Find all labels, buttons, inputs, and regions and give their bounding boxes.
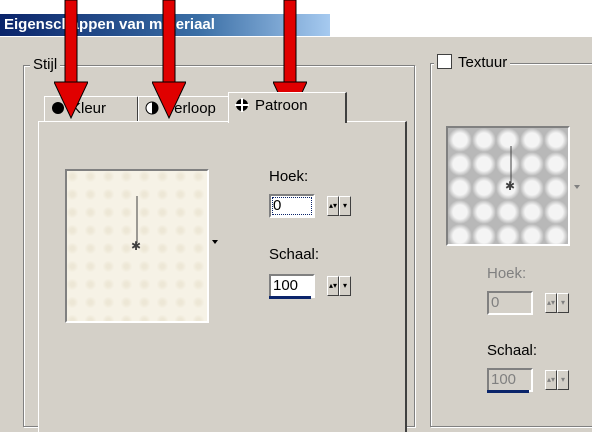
pattern-scale-label: Schaal: — [269, 246, 320, 263]
pattern-scale-field[interactable]: 100 — [269, 274, 315, 298]
pattern-angle-stepper-menu[interactable]: ▾ — [339, 196, 351, 216]
texture-scale-field[interactable]: 100 — [487, 368, 533, 392]
pattern-scale-stepper-updown[interactable]: ▴▾ — [327, 276, 339, 296]
pattern-angle-label: Hoek: — [269, 168, 309, 185]
texture-scale-stepper[interactable]: ▴▾ ▾ — [545, 370, 569, 390]
pattern-scale-stepper-menu[interactable]: ▾ — [339, 276, 351, 296]
pattern-angle-stepper-updown[interactable]: ▴▾ — [327, 196, 339, 216]
pattern-angle-stepper[interactable]: ▴▾ ▾ — [327, 196, 351, 216]
texture-checkbox-label: Textuur — [458, 54, 508, 71]
texture-scale-spinner[interactable]: 100 ▴▾ ▾ — [487, 368, 571, 393]
pattern-panel: ✱ Hoek: 0 ▴▾ ▾ Schaal: 100 ▴▾ ▾ — [38, 121, 407, 432]
pattern-angle-spinner[interactable]: 0 ▴▾ ▾ — [269, 194, 353, 218]
pattern-swatch[interactable]: ✱ — [65, 169, 209, 323]
svg-text:✱: ✱ — [131, 239, 141, 253]
texture-swatch[interactable]: ✱ — [446, 126, 570, 246]
texture-angle-stepper-menu[interactable]: ▾ — [557, 293, 569, 313]
texture-angle-stepper[interactable]: ▴▾ ▾ — [545, 293, 569, 313]
texture-scale-stepper-updown[interactable]: ▴▾ — [545, 370, 557, 390]
pattern-dropdown-arrow[interactable] — [212, 240, 218, 244]
pattern-scale-bar — [269, 296, 311, 299]
texture-angle-field[interactable]: 0 — [487, 291, 533, 315]
texture-angle-indicator: ✱ — [505, 146, 515, 193]
texture-dropdown-arrow[interactable] — [574, 185, 580, 189]
texture-angle-stepper-updown[interactable]: ▴▾ — [545, 293, 557, 313]
pattern-icon — [235, 98, 249, 112]
texture-scale-stepper-menu[interactable]: ▾ — [557, 370, 569, 390]
texture-scale-bar — [487, 390, 529, 393]
annotation-arrow-kleur — [54, 0, 88, 120]
texture-angle-spinner[interactable]: 0 ▴▾ ▾ — [487, 291, 571, 315]
svg-text:✱: ✱ — [505, 179, 515, 193]
pattern-scale-stepper[interactable]: ▴▾ ▾ — [327, 276, 351, 296]
texture-checkbox[interactable] — [437, 54, 452, 69]
tab-patroon-label: Patroon — [255, 97, 308, 114]
annotation-arrow-verloop — [152, 0, 186, 120]
pattern-angle-field[interactable]: 0 — [269, 194, 315, 218]
texture-angle-label: Hoek: — [487, 265, 527, 282]
texture-scale-label: Schaal: — [487, 342, 538, 359]
pattern-angle-indicator: ✱ — [131, 196, 141, 253]
texture-legend: Textuur — [434, 54, 511, 71]
tab-patroon[interactable]: Patroon — [228, 92, 347, 123]
pattern-scale-spinner[interactable]: 100 ▴▾ ▾ — [269, 274, 353, 299]
